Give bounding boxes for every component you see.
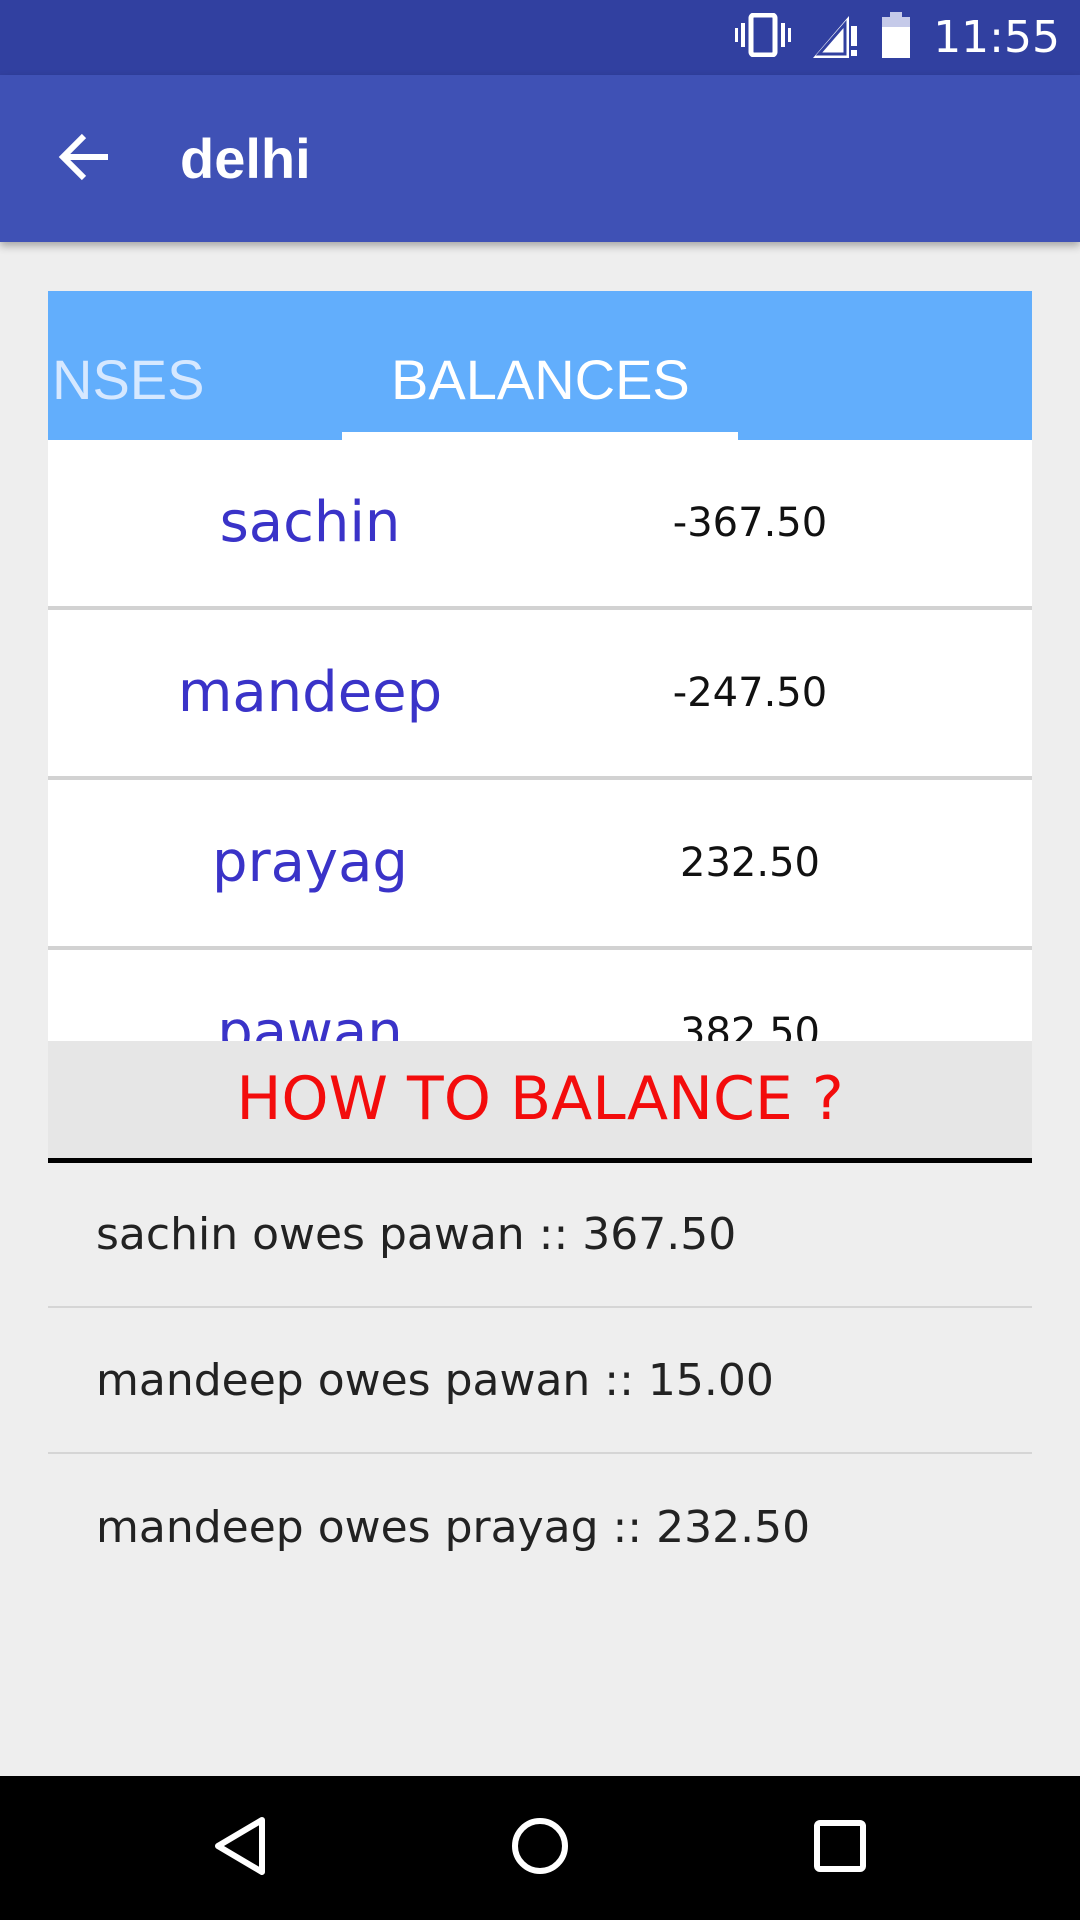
balance-name: mandeep bbox=[177, 660, 443, 725]
tab-strip: NSES BALANCES bbox=[48, 291, 1032, 440]
balance-row[interactable]: sachin -367.50 bbox=[48, 440, 1032, 610]
status-bar: 11:55 bbox=[0, 0, 1080, 75]
tab-indicator bbox=[342, 432, 738, 440]
how-to-balance-header[interactable]: HOW TO BALANCE ? bbox=[48, 1041, 1032, 1163]
status-icons: 11:55 bbox=[735, 0, 1060, 75]
page-title: delhi bbox=[180, 127, 311, 190]
balance-name: prayag bbox=[212, 830, 408, 895]
home-circle-icon bbox=[510, 1816, 570, 1881]
settlement-item[interactable]: mandeep owes prayag :: 232.50 bbox=[48, 1454, 1032, 1600]
balance-amount: -247.50 bbox=[672, 670, 828, 716]
navigation-bar bbox=[0, 1776, 1080, 1920]
how-to-balance-label: HOW TO BALANCE ? bbox=[236, 1064, 844, 1134]
arrow-back-icon bbox=[58, 133, 110, 186]
nav-recents-button[interactable] bbox=[808, 1816, 872, 1880]
balance-name: sachin bbox=[219, 490, 401, 555]
tab-expenses[interactable]: NSES bbox=[52, 347, 205, 412]
status-time: 11:55 bbox=[933, 12, 1060, 63]
battery-icon bbox=[881, 12, 911, 63]
tab-balances[interactable]: BALANCES bbox=[391, 347, 690, 412]
settlement-list: sachin owes pawan :: 367.50 mandeep owes… bbox=[48, 1162, 1032, 1600]
nav-home-button[interactable] bbox=[508, 1816, 572, 1880]
balance-amount: -367.50 bbox=[672, 500, 828, 546]
settlement-item[interactable]: mandeep owes pawan :: 15.00 bbox=[48, 1308, 1032, 1454]
nav-back-button[interactable] bbox=[208, 1816, 272, 1880]
vibrate-icon bbox=[735, 12, 792, 62]
balance-row[interactable]: mandeep -247.50 bbox=[48, 610, 1032, 780]
cell-signal-icon bbox=[813, 12, 859, 63]
app-bar: delhi bbox=[0, 75, 1080, 242]
balance-amount: 232.50 bbox=[680, 840, 820, 886]
back-button[interactable] bbox=[48, 125, 120, 193]
back-triangle-icon bbox=[212, 1816, 268, 1881]
balance-row[interactable]: prayag 232.50 bbox=[48, 780, 1032, 950]
recents-square-icon bbox=[812, 1818, 868, 1879]
settlement-item[interactable]: sachin owes pawan :: 367.50 bbox=[48, 1162, 1032, 1308]
